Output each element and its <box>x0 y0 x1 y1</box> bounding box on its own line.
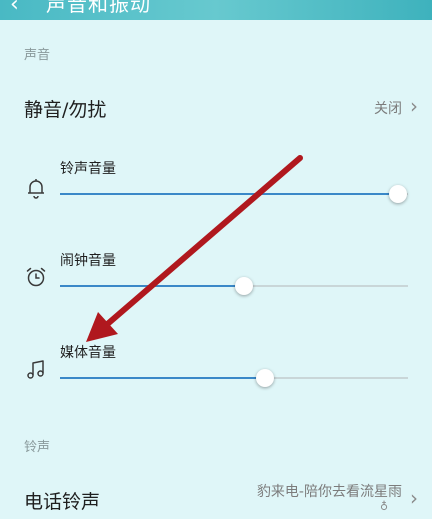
silent-dnd-value: 关闭 <box>374 101 402 117</box>
media-volume-slider[interactable] <box>60 369 408 387</box>
alarm-volume-slider[interactable] <box>60 277 408 295</box>
ring-volume-label: 铃声音量 <box>60 161 116 177</box>
phone-ringtone-value: 豹来电-陪你去看流星雨 <box>256 484 402 500</box>
back-arrow-icon[interactable]: ‹ <box>10 0 19 18</box>
phone-ringtone-label: 电话铃声 <box>24 491 101 513</box>
silent-dnd-label: 静音/勿扰 <box>24 99 107 121</box>
page-title: 声音和振动 <box>46 0 151 16</box>
small-ringtone-icon: ♁ <box>380 500 389 513</box>
chevron-right-icon: › <box>410 94 418 118</box>
chevron-right-icon: › <box>410 486 418 510</box>
bell-icon <box>28 179 44 199</box>
ring-volume-slider[interactable] <box>60 185 408 203</box>
music-note-icon <box>27 360 44 379</box>
alarm-volume-label: 闹钟音量 <box>60 253 116 269</box>
section-label-sound: 声音 <box>24 48 51 63</box>
alarm-clock-icon <box>26 267 46 287</box>
title-bar: ‹ 声音和振动 <box>0 0 432 20</box>
media-volume-knob[interactable] <box>256 369 275 387</box>
media-volume-label: 媒体音量 <box>60 345 116 361</box>
section-label-ringtone: 铃声 <box>24 440 51 455</box>
alarm-volume-knob[interactable] <box>235 277 254 295</box>
ring-volume-knob[interactable] <box>388 185 407 203</box>
